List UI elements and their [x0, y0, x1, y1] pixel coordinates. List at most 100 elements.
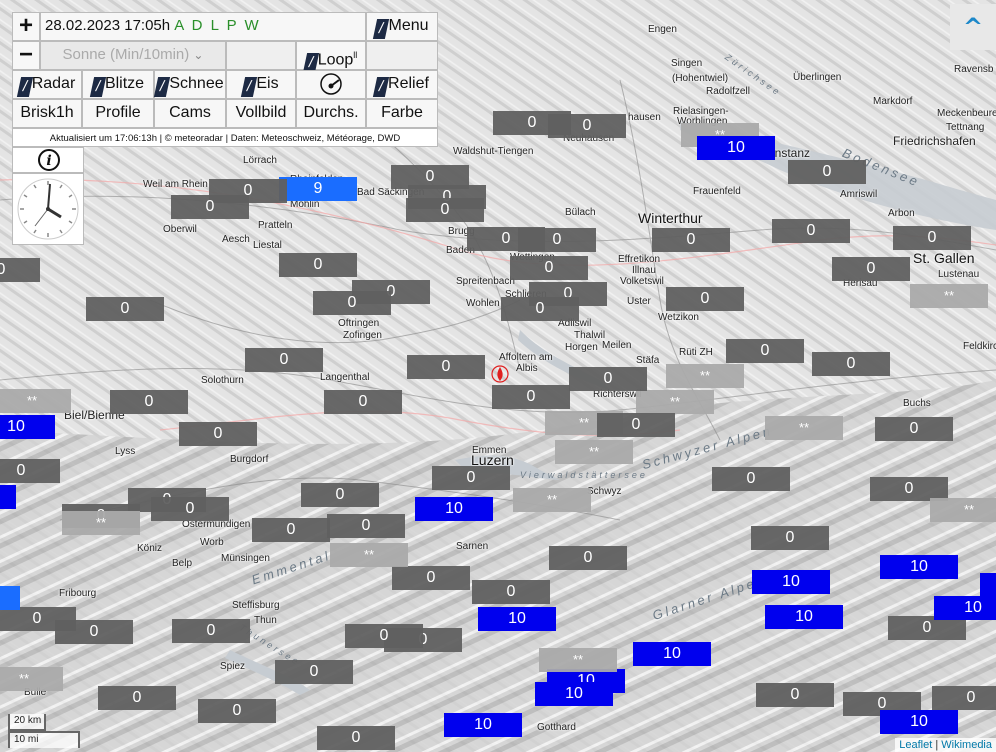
- station-value[interactable]: 0: [406, 198, 484, 222]
- station-value[interactable]: 10: [880, 555, 958, 579]
- station-value[interactable]: **: [666, 364, 744, 388]
- station-value[interactable]: **: [765, 416, 843, 440]
- station-value[interactable]: **: [62, 511, 140, 535]
- station-value[interactable]: **: [930, 498, 996, 522]
- snow-toggle[interactable]: / Schnee: [154, 70, 226, 99]
- station-value[interactable]: 0: [245, 348, 323, 372]
- station-value[interactable]: 10: [478, 607, 556, 631]
- station-value[interactable]: **: [910, 284, 988, 308]
- station-value[interactable]: 9: [279, 177, 357, 201]
- zoom-out-button[interactable]: −: [12, 41, 40, 70]
- station-value-partial[interactable]: [980, 573, 996, 597]
- info-button[interactable]: i: [12, 147, 84, 173]
- lake-label: Vierwaldstättersee: [520, 470, 648, 480]
- station-value[interactable]: 10: [415, 497, 493, 521]
- station-value[interactable]: 0: [756, 683, 834, 707]
- collapse-button[interactable]: ^: [950, 4, 996, 50]
- average-button[interactable]: Durchs.: [296, 99, 366, 128]
- station-value[interactable]: **: [330, 543, 408, 567]
- station-value[interactable]: 0: [279, 253, 357, 277]
- station-value[interactable]: 0: [252, 518, 330, 542]
- station-value[interactable]: 0: [549, 546, 627, 570]
- layer-select[interactable]: Sonne (Min/10min) ⌄: [40, 41, 226, 70]
- station-value[interactable]: **: [636, 390, 714, 414]
- wikimedia-link[interactable]: Wikimedia: [941, 739, 992, 751]
- station-value[interactable]: 0: [55, 620, 133, 644]
- station-value[interactable]: 0: [0, 459, 60, 483]
- station-value[interactable]: 0: [313, 291, 391, 315]
- station-value[interactable]: 0: [324, 390, 402, 414]
- relief-toggle[interactable]: / Relief: [366, 70, 438, 99]
- station-value[interactable]: 0: [875, 417, 953, 441]
- station-value[interactable]: 10: [697, 136, 775, 160]
- station-value[interactable]: 0: [179, 422, 257, 446]
- profile-button[interactable]: Profile: [82, 99, 154, 128]
- station-value[interactable]: 0: [472, 580, 550, 604]
- station-value[interactable]: 0: [569, 367, 647, 391]
- station-value[interactable]: 0: [110, 390, 188, 414]
- station-value[interactable]: 0: [501, 297, 579, 321]
- station-value[interactable]: 0: [772, 219, 850, 243]
- station-value[interactable]: 0: [392, 566, 470, 590]
- station-value-partial[interactable]: [0, 485, 16, 509]
- station-value[interactable]: 0: [407, 355, 485, 379]
- station-value[interactable]: 0: [198, 699, 276, 723]
- station-value[interactable]: 0: [345, 624, 423, 648]
- leaflet-link[interactable]: Leaflet: [899, 739, 932, 751]
- station-value[interactable]: 10: [934, 596, 996, 620]
- station-value[interactable]: 0: [172, 619, 250, 643]
- station-value[interactable]: 0: [666, 287, 744, 311]
- station-value[interactable]: 0: [893, 226, 971, 250]
- station-value[interactable]: 0: [151, 497, 229, 521]
- station-value[interactable]: 0: [86, 297, 164, 321]
- station-value[interactable]: 0: [275, 660, 353, 684]
- station-value[interactable]: 10: [535, 682, 613, 706]
- brisk-button[interactable]: Brisk1h: [12, 99, 82, 128]
- station-value[interactable]: 0: [812, 352, 890, 376]
- station-value[interactable]: 0: [492, 385, 570, 409]
- station-value[interactable]: 0: [726, 339, 804, 363]
- menu-button[interactable]: / Menu: [366, 12, 438, 41]
- station-value[interactable]: 0: [932, 686, 996, 710]
- station-value[interactable]: 10: [0, 415, 55, 439]
- loop-button[interactable]: / Loopll: [296, 41, 366, 74]
- product-letters[interactable]: A D L P W: [174, 17, 260, 34]
- location-marker-icon[interactable]: [490, 364, 510, 384]
- place-label: Liestal: [253, 240, 282, 251]
- station-value[interactable]: 10: [765, 605, 843, 629]
- lightning-toggle[interactable]: / Blitze: [82, 70, 154, 99]
- radar-toggle[interactable]: / Radar: [12, 70, 82, 99]
- station-value[interactable]: 0: [832, 257, 910, 281]
- station-value[interactable]: 10: [633, 642, 711, 666]
- station-value[interactable]: 0: [518, 228, 596, 252]
- station-value[interactable]: **: [513, 488, 591, 512]
- station-value[interactable]: 0: [317, 726, 395, 750]
- station-value[interactable]: 0: [432, 466, 510, 490]
- station-value[interactable]: 0: [327, 514, 405, 538]
- station-value[interactable]: 0: [597, 413, 675, 437]
- station-value[interactable]: 0: [548, 114, 626, 138]
- station-value[interactable]: 10: [752, 570, 830, 594]
- station-value[interactable]: 0: [652, 228, 730, 252]
- station-value[interactable]: **: [539, 648, 617, 672]
- station-value[interactable]: 0: [712, 467, 790, 491]
- zoom-in-button[interactable]: +: [12, 12, 40, 41]
- ice-toggle[interactable]: / Eis: [226, 70, 296, 99]
- station-value[interactable]: 0: [301, 483, 379, 507]
- station-value[interactable]: 0: [751, 526, 829, 550]
- speed-button[interactable]: [296, 70, 366, 99]
- station-value[interactable]: 0: [171, 195, 249, 219]
- station-value[interactable]: 0: [98, 686, 176, 710]
- station-value[interactable]: **: [555, 440, 633, 464]
- station-value[interactable]: 0: [788, 160, 866, 184]
- station-value[interactable]: 0: [0, 258, 40, 282]
- station-value[interactable]: 0: [510, 256, 588, 280]
- cams-button[interactable]: Cams: [154, 99, 226, 128]
- station-value[interactable]: 10: [444, 713, 522, 737]
- station-value[interactable]: **: [0, 389, 71, 413]
- fullscreen-button[interactable]: Vollbild: [226, 99, 296, 128]
- color-button[interactable]: Farbe: [366, 99, 438, 128]
- station-value[interactable]: 10: [880, 710, 958, 734]
- station-value-partial[interactable]: [0, 586, 20, 610]
- place-label: Rüti ZH: [679, 347, 713, 358]
